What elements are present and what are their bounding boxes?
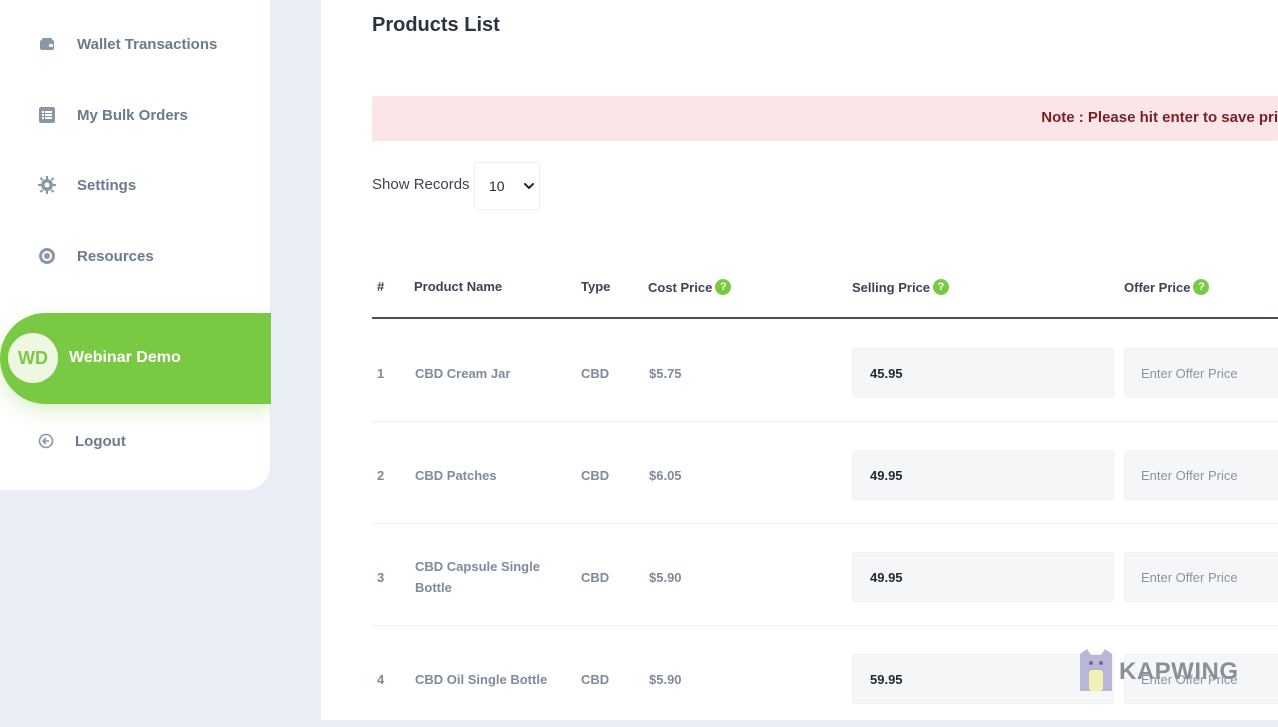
offer-price-input[interactable]: Enter Offer Price	[1124, 552, 1278, 602]
watermark-text: KAPWING	[1119, 658, 1239, 685]
selling-price-input[interactable]: 59.95	[852, 654, 1114, 704]
row-index: 3	[377, 570, 385, 585]
sidebar-item-label: Resources	[77, 247, 154, 265]
offer-price-placeholder: Enter Offer Price	[1141, 366, 1238, 381]
offer-price-placeholder: Enter Offer Price	[1141, 570, 1238, 585]
list-icon	[38, 106, 56, 124]
kapwing-watermark: KAPWING	[1079, 648, 1239, 697]
profile-card[interactable]: WD Webinar Demo	[0, 313, 271, 404]
profile-name: Webinar Demo	[69, 349, 181, 366]
cost-price: $5.90	[649, 672, 682, 687]
column-header-selling-price: Selling Price ?	[852, 279, 950, 295]
sidebar-item-label: Logout	[75, 432, 126, 450]
column-header-cost-price: Cost Price ?	[648, 279, 732, 295]
product-name: CBD Capsule Single Bottle	[415, 559, 540, 595]
selling-price-value: 45.95	[870, 366, 903, 381]
sidebar-item-logout[interactable]: Logout	[0, 421, 270, 461]
offer-price-header-label: Offer Price	[1124, 279, 1191, 295]
product-type: CBD	[581, 366, 610, 381]
selling-price-input[interactable]: 49.95	[852, 450, 1114, 500]
logout-icon	[37, 432, 55, 450]
main-panel: Products List Note : Please hit enter to…	[321, 0, 1278, 720]
avatar: WD	[8, 333, 58, 383]
cost-price-header-label: Cost Price	[648, 279, 713, 295]
column-header-product-name: Product Name	[414, 279, 503, 294]
offer-price-input[interactable]: Enter Offer Price	[1124, 348, 1278, 398]
wallet-icon	[38, 35, 56, 53]
note-banner: Note : Please hit enter to save pri	[372, 96, 1278, 141]
selling-price-input[interactable]: 49.95	[852, 552, 1114, 602]
selling-price-input[interactable]: 45.95	[852, 348, 1114, 398]
row-index: 4	[377, 672, 385, 687]
column-header-offer-price: Offer Price ?	[1124, 279, 1210, 295]
page-title: Products List	[372, 14, 500, 36]
selling-price-header-label: Selling Price	[852, 279, 931, 295]
sidebar-item-settings[interactable]: Settings	[0, 165, 270, 205]
column-header-type: Type	[581, 279, 611, 294]
gear-icon	[38, 176, 56, 194]
chevron-down-icon	[523, 179, 535, 197]
sidebar-item-wallet-transactions[interactable]: Wallet Transactions	[0, 24, 270, 64]
sidebar-item-label: Wallet Transactions	[77, 35, 218, 53]
product-type: CBD	[581, 570, 610, 585]
note-text: Note : Please hit enter to save pri	[1041, 109, 1278, 126]
product-name: CBD Cream Jar	[415, 366, 511, 381]
layout-gutter	[271, 0, 321, 720]
selling-price-value: 59.95	[870, 672, 903, 687]
product-name: CBD Oil Single Bottle	[415, 672, 548, 687]
resources-icon	[38, 247, 56, 265]
selling-price-value: 49.95	[870, 570, 903, 585]
show-records-label: Show Records	[372, 176, 470, 193]
table-row: 2 CBD Patches CBD $6.05 49.95 Enter Offe…	[372, 421, 1278, 524]
records-per-page-select[interactable]: 10	[474, 162, 540, 210]
row-index: 2	[377, 468, 385, 483]
sidebar-item-label: Settings	[77, 176, 137, 194]
help-icon[interactable]: ?	[1193, 279, 1210, 295]
sidebar-item-resources[interactable]: Resources	[0, 236, 270, 276]
help-icon[interactable]: ?	[933, 279, 950, 295]
selling-price-value: 49.95	[870, 468, 903, 483]
offer-price-placeholder: Enter Offer Price	[1141, 468, 1238, 483]
kapwing-logo-icon	[1079, 648, 1113, 697]
row-index: 1	[377, 366, 385, 381]
table-row: 3 CBD Capsule Single Bottle CBD $5.90 49…	[372, 523, 1278, 626]
cost-price: $5.75	[649, 366, 682, 381]
sidebar-item-label: My Bulk Orders	[77, 106, 188, 124]
product-type: CBD	[581, 672, 610, 687]
product-name: CBD Patches	[415, 468, 497, 483]
records-select-value: 10	[489, 178, 505, 194]
help-icon[interactable]: ?	[715, 279, 732, 295]
table-row: 1 CBD Cream Jar CBD $5.75 45.95 Enter Of…	[372, 319, 1278, 422]
cost-price: $6.05	[649, 468, 682, 483]
cost-price: $5.90	[649, 570, 682, 585]
product-type: CBD	[581, 468, 610, 483]
column-header-index: #	[377, 279, 385, 294]
sidebar-item-bulk-orders[interactable]: My Bulk Orders	[0, 95, 270, 135]
offer-price-input[interactable]: Enter Offer Price	[1124, 450, 1278, 500]
